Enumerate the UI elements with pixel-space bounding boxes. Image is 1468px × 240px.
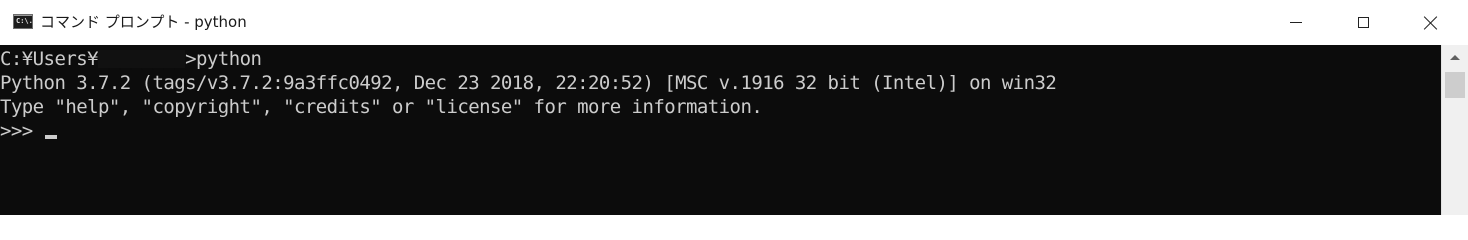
console-line-help: Type "help", "copyright", "credits" or "… [0,96,763,118]
minimize-button[interactable] [1273,0,1319,45]
scroll-up-button[interactable] [1442,45,1468,70]
close-button[interactable] [1408,0,1454,45]
arrow-up-icon [1450,55,1460,60]
console-output[interactable]: C:¥Users¥________>python Python 3.7.2 (t… [0,45,1441,215]
command-path-prefix: C:¥Users¥ [0,48,99,70]
cmd-icon-bar [14,15,32,16]
redacted-username: ________ [98,47,186,71]
console-line-version: Python 3.7.2 (tags/v3.7.2:9a3ffc0492, De… [0,72,1057,94]
cmd-icon[interactable]: C:\. [13,14,33,29]
title-bar[interactable]: C:\. コマンド プロンプト - python [0,0,1468,45]
window-title: コマンド プロンプト - python [40,13,247,31]
python-prompt: >>> [0,120,33,142]
command-text: >python [185,48,262,70]
text-cursor [44,135,57,139]
command-prompt-window: C:\. コマンド プロンプト - python C:¥Users¥______… [0,0,1468,215]
close-icon [1423,15,1439,31]
minimize-icon [1290,22,1302,23]
cmd-icon-text: C:\. [16,17,33,25]
console-line-prompt[interactable]: >>> [0,119,57,143]
scroll-thumb[interactable] [1445,72,1465,98]
vertical-scrollbar[interactable] [1441,45,1468,215]
maximize-icon [1357,17,1369,28]
console-line-command: C:¥Users¥________>python [0,47,262,71]
maximize-button[interactable] [1340,0,1386,45]
